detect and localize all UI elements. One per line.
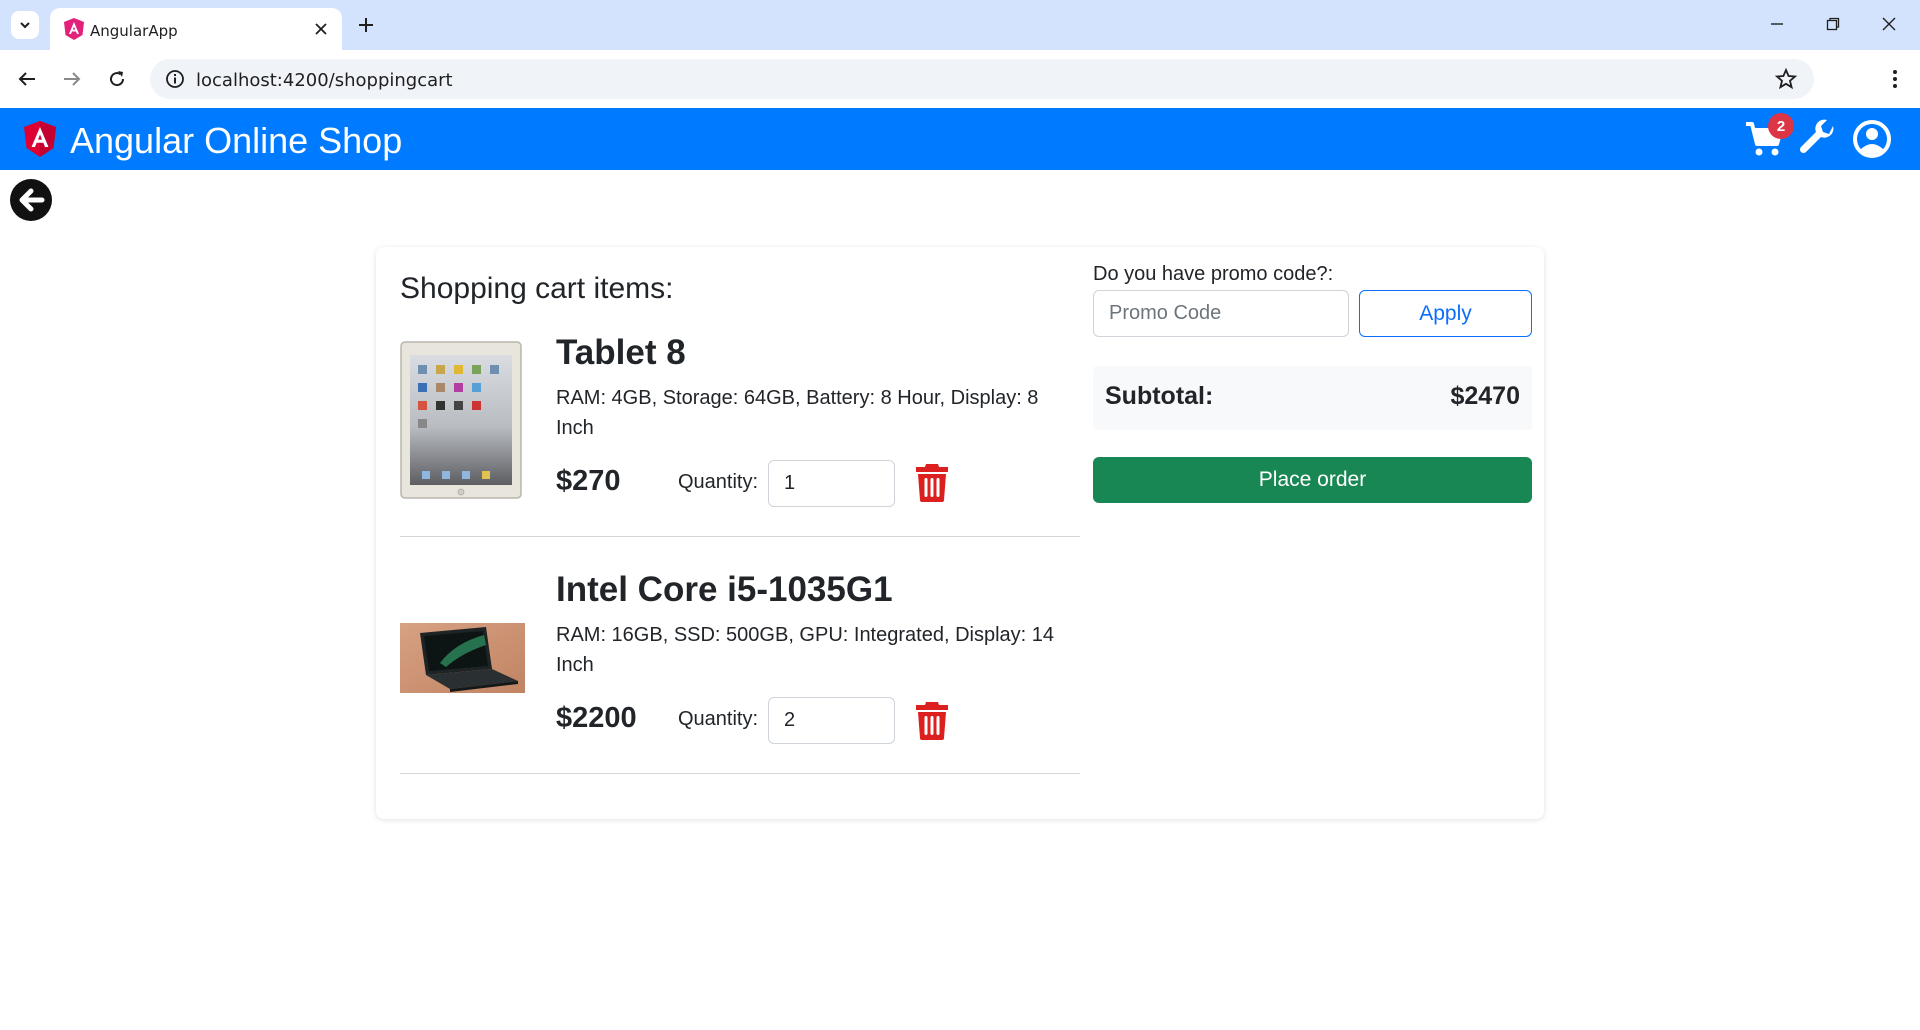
url-text[interactable]: localhost:4200/shoppingcart [196, 70, 453, 91]
item-divider [400, 773, 1080, 774]
reload-button[interactable] [102, 64, 132, 94]
subtotal-label: Subtotal: [1105, 382, 1214, 410]
quantity-input[interactable] [768, 697, 895, 744]
item-divider [400, 536, 1080, 537]
address-bar[interactable]: localhost:4200/shoppingcart [150, 59, 1814, 99]
forward-arrow-icon [64, 72, 81, 86]
restore-button[interactable] [1813, 8, 1853, 40]
promo-label: Do you have promo code?: [1093, 263, 1334, 285]
item-description: RAM: 4GB, Storage: 64GB, Battery: 8 Hour… [556, 387, 1039, 439]
tab-close-button[interactable] [310, 18, 332, 40]
subtotal-value: $2470 [1450, 382, 1520, 410]
tablet-image[interactable] [400, 341, 522, 499]
angular-favicon-icon [64, 18, 84, 40]
back-arrow-icon [18, 72, 35, 86]
item-price: $2200 [556, 702, 637, 734]
kebab-menu-icon [1893, 70, 1897, 88]
close-icon [315, 23, 327, 35]
browser-tab-strip: AngularApp [0, 0, 1920, 50]
quantity-input[interactable] [768, 460, 895, 507]
tab-list-icon [20, 22, 30, 29]
item-name: Intel Core i5-1035G1 [556, 570, 893, 609]
close-window-icon [1882, 17, 1896, 31]
browser-toolbar: localhost:4200/shoppingcart [0, 50, 1920, 108]
minimize-icon [1771, 23, 1783, 25]
place-order-button[interactable]: Place order [1093, 457, 1532, 503]
tab-title: AngularApp [90, 22, 178, 40]
site-info-icon[interactable] [164, 68, 186, 90]
forward-button[interactable] [57, 64, 87, 94]
promo-code-input[interactable] [1093, 290, 1349, 337]
subtotal-box: Subtotal: $2470 [1093, 366, 1532, 430]
minimize-button[interactable] [1757, 8, 1797, 40]
close-window-button[interactable] [1869, 8, 1909, 40]
star-icon[interactable] [1774, 67, 1798, 91]
item-price: $270 [556, 465, 621, 497]
cart-count-badge: 2 [1768, 113, 1794, 139]
quantity-label: Quantity: [678, 708, 759, 730]
restore-icon [1826, 17, 1840, 31]
brand-title[interactable]: Angular Online Shop [70, 120, 402, 162]
user-circle-icon[interactable] [1851, 118, 1893, 160]
item-description: RAM: 16GB, SSD: 500GB, GPU: Integrated, … [556, 624, 1054, 676]
plus-icon [359, 18, 373, 32]
reload-icon [110, 71, 125, 87]
tab-list-button[interactable] [11, 11, 39, 39]
browser-tab[interactable]: AngularApp [50, 8, 342, 50]
wrench-icon[interactable] [1797, 118, 1839, 160]
back-arrow-icon[interactable] [9, 178, 53, 222]
app-navbar: Angular Online Shop [0, 108, 1920, 170]
laptop-image[interactable] [400, 623, 525, 693]
browser-menu-button[interactable] [1880, 64, 1910, 94]
angular-logo-icon[interactable] [22, 120, 58, 158]
item-name: Tablet 8 [556, 333, 686, 372]
new-tab-button[interactable] [352, 11, 380, 39]
cart-heading: Shopping cart items: [400, 272, 674, 305]
back-button[interactable] [12, 64, 42, 94]
apply-button[interactable]: Apply [1359, 290, 1532, 337]
trash-icon[interactable] [915, 700, 949, 740]
trash-icon[interactable] [915, 462, 949, 502]
quantity-label: Quantity: [678, 471, 759, 493]
